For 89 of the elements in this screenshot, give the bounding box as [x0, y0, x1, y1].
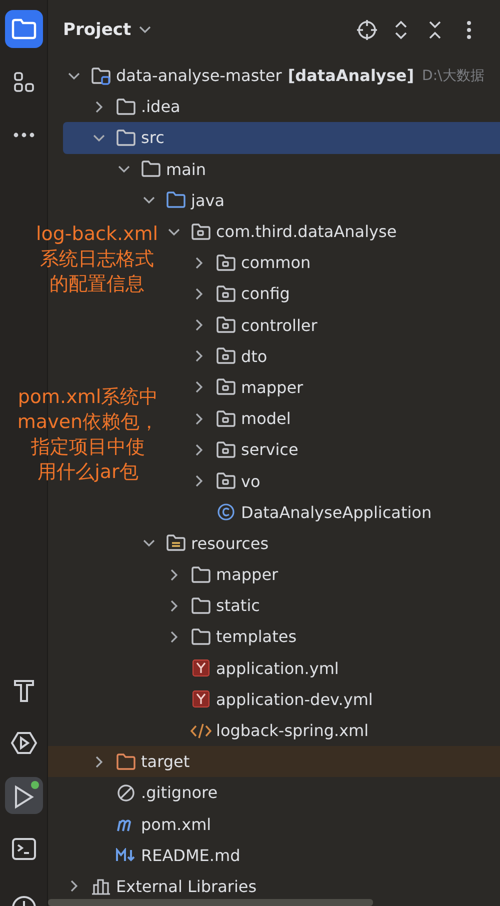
tree-item-label[interactable]: templates: [216, 627, 297, 646]
tree-item-label[interactable]: logback-spring.xml: [216, 721, 369, 740]
module-label: [dataAnalyse]: [288, 66, 414, 86]
expand-icon[interactable]: [394, 20, 408, 40]
folder-icon[interactable]: [4, 10, 42, 48]
chevron-right-icon[interactable]: [193, 444, 205, 456]
tree-item-label[interactable]: model: [241, 409, 291, 428]
tool-window-button[interactable]: [4, 777, 42, 814]
chevron-right-icon[interactable]: [68, 880, 80, 892]
chevron-right-icon[interactable]: [193, 319, 205, 332]
folder-icon: [191, 628, 211, 646]
tree-item-label[interactable]: .idea: [141, 97, 180, 116]
tree-item-label[interactable]: src: [141, 128, 164, 148]
chevron-down-icon[interactable]: [118, 163, 130, 176]
status-dot: [30, 781, 38, 789]
tree-item-label[interactable]: application.yml: [216, 658, 339, 678]
highlighted-tree-row[interactable]: target: [48, 746, 500, 778]
folder-icon: [141, 160, 161, 178]
module-name[interactable]: data-analyse-master: [116, 66, 282, 86]
library-icon: [91, 877, 111, 896]
package-folder-icon: [216, 410, 236, 428]
folder-icon: [166, 534, 186, 552]
chevron-right-icon[interactable]: [193, 381, 205, 394]
chevron-right-icon[interactable]: [168, 568, 180, 581]
tree-item-label[interactable]: vo: [241, 472, 260, 491]
tree-item-label[interactable]: External Libraries: [116, 876, 257, 896]
chevron-right-icon[interactable]: [193, 256, 205, 269]
chevron-right-icon[interactable]: [193, 475, 205, 488]
code-file-icon: [190, 722, 212, 740]
annotation-text: log-back.xml 系统日志格式 的配置信息: [34, 222, 160, 297]
folder-icon: [91, 66, 111, 85]
problems-icon: [10, 894, 36, 906]
folder-icon: [116, 752, 136, 771]
chevron-right-icon[interactable]: [93, 100, 105, 113]
ignore-icon: [117, 784, 135, 802]
collapse-icon[interactable]: [428, 20, 442, 40]
tree-item-label[interactable]: .gitignore: [141, 783, 218, 802]
tree-item-label[interactable]: com.third.dataAnalyse: [216, 222, 397, 242]
chevron-down-icon[interactable]: [143, 194, 155, 206]
package-folder-icon: [216, 254, 236, 272]
package-folder-icon: [216, 440, 236, 459]
package-folder-icon: [216, 316, 236, 334]
tree-item-label[interactable]: pom.xml: [141, 814, 212, 834]
tree-item-label[interactable]: resources: [191, 534, 269, 553]
tree-item-label[interactable]: controller: [241, 316, 318, 335]
panel-title[interactable]: Project: [63, 20, 132, 40]
selected-tree-row[interactable]: src: [63, 122, 500, 154]
chevron-right-icon[interactable]: [168, 600, 180, 612]
package-folder-icon: [216, 347, 236, 366]
tree-item-label[interactable]: mapper: [216, 565, 278, 584]
markdown-icon: [115, 848, 137, 862]
chevron-right-icon[interactable]: [193, 288, 205, 300]
tree-item-label[interactable]: common: [241, 253, 311, 272]
tree-item-label[interactable]: dto: [241, 346, 268, 366]
tree-item-label[interactable]: mapper: [241, 378, 304, 397]
folder-icon: [191, 596, 211, 615]
tree-item-label[interactable]: DataAnalyseApplication: [241, 502, 432, 522]
tree-item-label[interactable]: java: [191, 190, 225, 210]
services-icon: [10, 730, 36, 754]
chevron-down-icon[interactable]: [139, 26, 152, 34]
tree-item-label[interactable]: README.md: [141, 846, 240, 865]
chevron-right-icon[interactable]: [168, 630, 180, 643]
yaml-file-icon: [192, 659, 210, 678]
chevron-right-icon[interactable]: [93, 756, 105, 768]
tree-item-label[interactable]: application-dev.yml: [216, 690, 373, 709]
chevron-right-icon[interactable]: [193, 350, 205, 362]
package-folder-icon: [216, 284, 236, 303]
terminal-icon: [12, 838, 36, 860]
tree-item-label[interactable]: static: [216, 596, 260, 616]
folder-icon: [191, 566, 211, 584]
folder-icon: [116, 98, 136, 116]
package-folder-icon: [191, 222, 211, 241]
chevron-down-icon[interactable]: [143, 537, 155, 550]
annotation-text: pom.xml系统中 maven依赖包， 指定项目中使 用什么jar包: [16, 385, 160, 485]
package-folder-icon: [216, 472, 236, 490]
tree-item-label[interactable]: main: [166, 160, 206, 179]
tree-item-label[interactable]: service: [241, 440, 298, 460]
more-icon[interactable]: [466, 20, 472, 40]
class-icon: [217, 503, 235, 522]
scroll-bar[interactable]: [48, 899, 373, 906]
tree-item-label[interactable]: target: [141, 752, 190, 772]
crosshair-icon[interactable]: [356, 19, 378, 41]
folder-icon: [166, 191, 186, 210]
chevron-right-icon[interactable]: [193, 412, 205, 425]
module-path: D:\大数据: [422, 66, 484, 85]
folder-icon: [116, 128, 136, 147]
package-folder-icon: [216, 378, 236, 396]
yaml-file-icon: [192, 690, 210, 708]
tree-item-label[interactable]: config: [241, 284, 290, 304]
